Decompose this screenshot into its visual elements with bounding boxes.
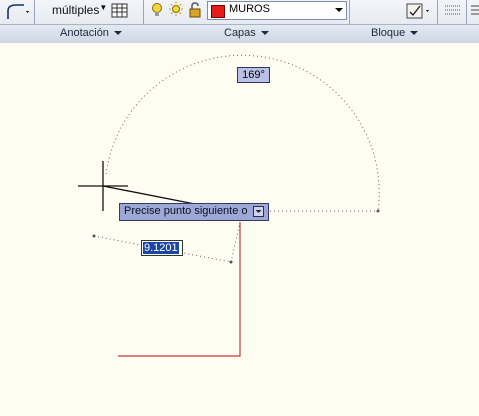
chevron-down-icon: [113, 31, 122, 36]
layer-dropdown[interactable]: MUROS: [207, 1, 347, 20]
dimension-tick: [376, 209, 380, 213]
chevron-down-icon: [335, 8, 343, 12]
dynamic-input-prompt: Precise punto siguiente o: [119, 203, 269, 221]
distance-input-field[interactable]: 9.1201: [141, 240, 183, 256]
panel-anotacion-label: Anotación: [60, 27, 109, 39]
dimension-tick: [229, 260, 233, 264]
chevron-down-icon: [260, 31, 269, 36]
layer-name: MUROS: [229, 3, 270, 15]
prompt-text: Precise punto siguiente o: [124, 205, 248, 217]
panel-anotacion[interactable]: Anotación: [60, 27, 122, 39]
multiline-text-button[interactable]: múltiples▼: [52, 3, 107, 23]
attribute-icon[interactable]: [443, 1, 463, 21]
distance-value: 9.1201: [143, 242, 179, 254]
list-icon[interactable]: [470, 1, 479, 21]
angle-input-box[interactable]: 169°: [237, 67, 270, 83]
panel-bloque-label: Bloque: [371, 27, 406, 39]
distance-extension-line: [230, 221, 241, 263]
ribbon: múltiples▼ MUROS Anotación Capas Bloque: [0, 0, 479, 43]
lightbulb-icon[interactable]: [150, 1, 164, 21]
multiline-text-label: múltiples: [52, 3, 100, 17]
angle-value: 169°: [242, 69, 265, 81]
block-edit-icon[interactable]: [404, 1, 434, 21]
sun-icon[interactable]: [168, 1, 184, 21]
arc-tool-icon[interactable]: [2, 1, 30, 21]
dimension-tick: [92, 234, 96, 238]
table-icon[interactable]: [110, 1, 130, 21]
panel-bloque[interactable]: Bloque: [371, 27, 419, 39]
panel-capas-label: Capas: [224, 27, 256, 39]
lock-icon[interactable]: [187, 1, 203, 21]
chevron-down-icon: [410, 31, 419, 36]
separator: [34, 0, 35, 24]
layer-color-swatch: [211, 5, 225, 18]
expand-options-icon[interactable]: [253, 206, 264, 217]
drawing-canvas[interactable]: [0, 42, 479, 416]
panel-capas[interactable]: Capas: [224, 27, 269, 39]
